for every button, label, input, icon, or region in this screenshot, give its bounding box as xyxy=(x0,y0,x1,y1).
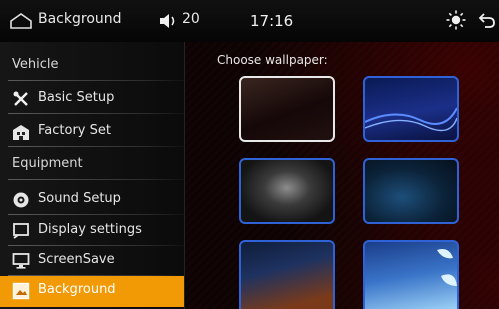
picture-icon xyxy=(12,282,30,300)
sidebar-header-equipment: Equipment xyxy=(0,150,184,180)
sidebar-item-display-settings[interactable]: Display settings xyxy=(0,216,184,246)
wallpaper-option-5[interactable] xyxy=(239,240,335,309)
volume-level: 20 xyxy=(182,11,200,27)
brightness-icon[interactable] xyxy=(446,10,466,30)
divider xyxy=(8,179,184,180)
sidebar-header-label: Equipment xyxy=(12,156,83,171)
wallpaper-option-2[interactable] xyxy=(363,76,459,142)
sidebar-item-label: ScreenSave xyxy=(38,252,115,267)
display-icon xyxy=(13,223,29,239)
divider xyxy=(8,146,184,147)
monitor-icon xyxy=(12,253,30,269)
volume-icon[interactable] xyxy=(158,13,178,29)
divider xyxy=(8,80,184,81)
wallpaper-panel: Choose wallpaper: xyxy=(185,42,499,309)
sidebar-item-label: Background xyxy=(38,282,116,297)
status-bar: Background 20 17:16 xyxy=(0,0,499,42)
sidebar-header-vehicle: Vehicle xyxy=(0,51,184,81)
sidebar-item-screensave[interactable]: ScreenSave xyxy=(0,246,184,276)
wallpaper-option-3[interactable] xyxy=(239,158,335,224)
factory-icon xyxy=(13,125,29,140)
wallpaper-heading: Choose wallpaper: xyxy=(217,53,328,67)
home-icon[interactable] xyxy=(10,13,32,29)
wallpaper-option-1[interactable] xyxy=(239,76,335,142)
tools-icon xyxy=(13,91,28,106)
wallpaper-option-6[interactable] xyxy=(363,240,459,309)
sidebar-item-background[interactable]: Background xyxy=(0,276,184,307)
sound-icon xyxy=(13,192,29,208)
leaf-graphic xyxy=(437,249,457,286)
page-title: Background xyxy=(38,11,122,27)
sidebar-item-sound-setup[interactable]: Sound Setup xyxy=(0,185,184,215)
sidebar-item-factory-set[interactable]: Factory Set xyxy=(0,117,184,147)
sidebar-item-label: Factory Set xyxy=(38,123,111,138)
wallpaper-option-4[interactable] xyxy=(363,158,459,224)
sidebar-item-label: Display settings xyxy=(38,222,142,237)
divider xyxy=(8,113,184,114)
sidebar: Vehicle Basic Setup Factory Set Equipmen… xyxy=(0,42,185,309)
sidebar-header-label: Vehicle xyxy=(12,57,59,72)
divider xyxy=(8,214,184,215)
clock: 17:16 xyxy=(250,12,294,30)
sidebar-item-basic-setup[interactable]: Basic Setup xyxy=(0,84,184,114)
sidebar-item-label: Basic Setup xyxy=(38,90,115,105)
back-icon[interactable] xyxy=(478,11,496,29)
sidebar-item-label: Sound Setup xyxy=(38,191,121,206)
wave-graphic xyxy=(365,107,457,132)
